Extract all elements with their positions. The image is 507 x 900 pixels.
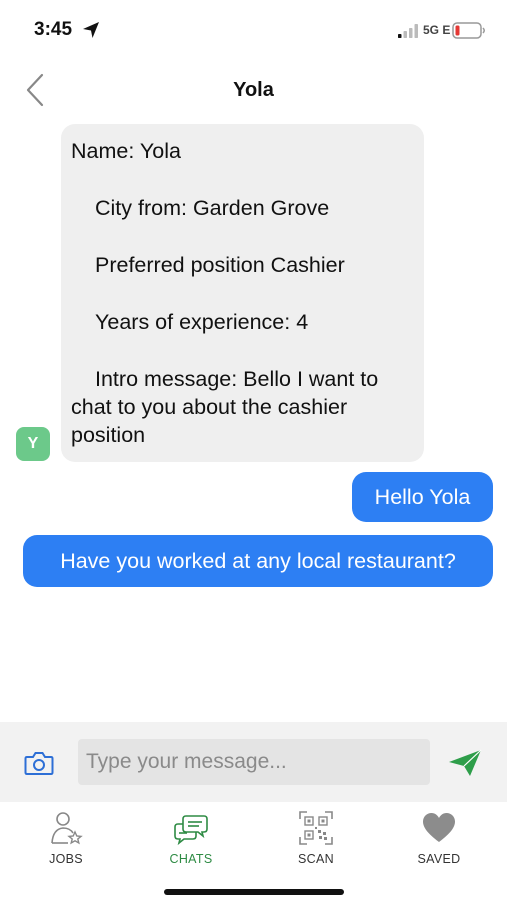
bottom-tab-bar: JOBS CHATS SCAN SAVED [0,802,507,880]
heart-icon [423,813,455,842]
camera-icon[interactable] [24,750,54,776]
tab-scan[interactable]: SCAN [271,810,361,876]
battery-icon [452,22,485,39]
tab-jobs[interactable]: JOBS [21,810,111,876]
profile-city-line: City from: Garden Grove [95,196,330,220]
home-indicator [164,889,344,895]
tab-saved-label: SAVED [417,852,461,866]
tab-chats[interactable]: CHATS [146,810,236,876]
tab-saved[interactable]: SAVED [394,810,484,876]
received-message-bubble: Name: Yola City from: Garden Grove Prefe… [61,124,424,462]
sent-message-bubble: Hello Yola [352,472,493,522]
chat-header: Yola [0,62,507,118]
chat-title: Yola [233,79,274,101]
message-input[interactable] [78,739,430,785]
status-bar: 3:45 5G E [0,0,507,60]
send-icon[interactable] [448,749,482,777]
message-composer [0,722,507,802]
profile-intro-line: Intro message: Bello I want to chat to y… [71,367,385,447]
tab-jobs-label: JOBS [49,852,83,866]
chat-bubbles-icon [174,815,208,846]
profile-position-line: Preferred position Cashier [95,253,345,277]
location-arrow-icon [83,22,99,38]
cellular-signal-icon [398,24,418,38]
tab-chats-label: CHATS [169,852,213,866]
profile-experience-line: Years of experience: 4 [95,310,309,334]
person-star-icon [51,812,83,845]
status-time: 3:45 [34,19,73,40]
qr-code-icon [299,811,333,845]
profile-name-line: Name: Yola [71,139,181,163]
sent-message-bubble: Have you worked at any local restaurant? [23,535,493,587]
tab-scan-label: SCAN [298,852,334,866]
network-type-label: 5G E [423,23,451,37]
contact-avatar[interactable]: Y [16,427,50,461]
